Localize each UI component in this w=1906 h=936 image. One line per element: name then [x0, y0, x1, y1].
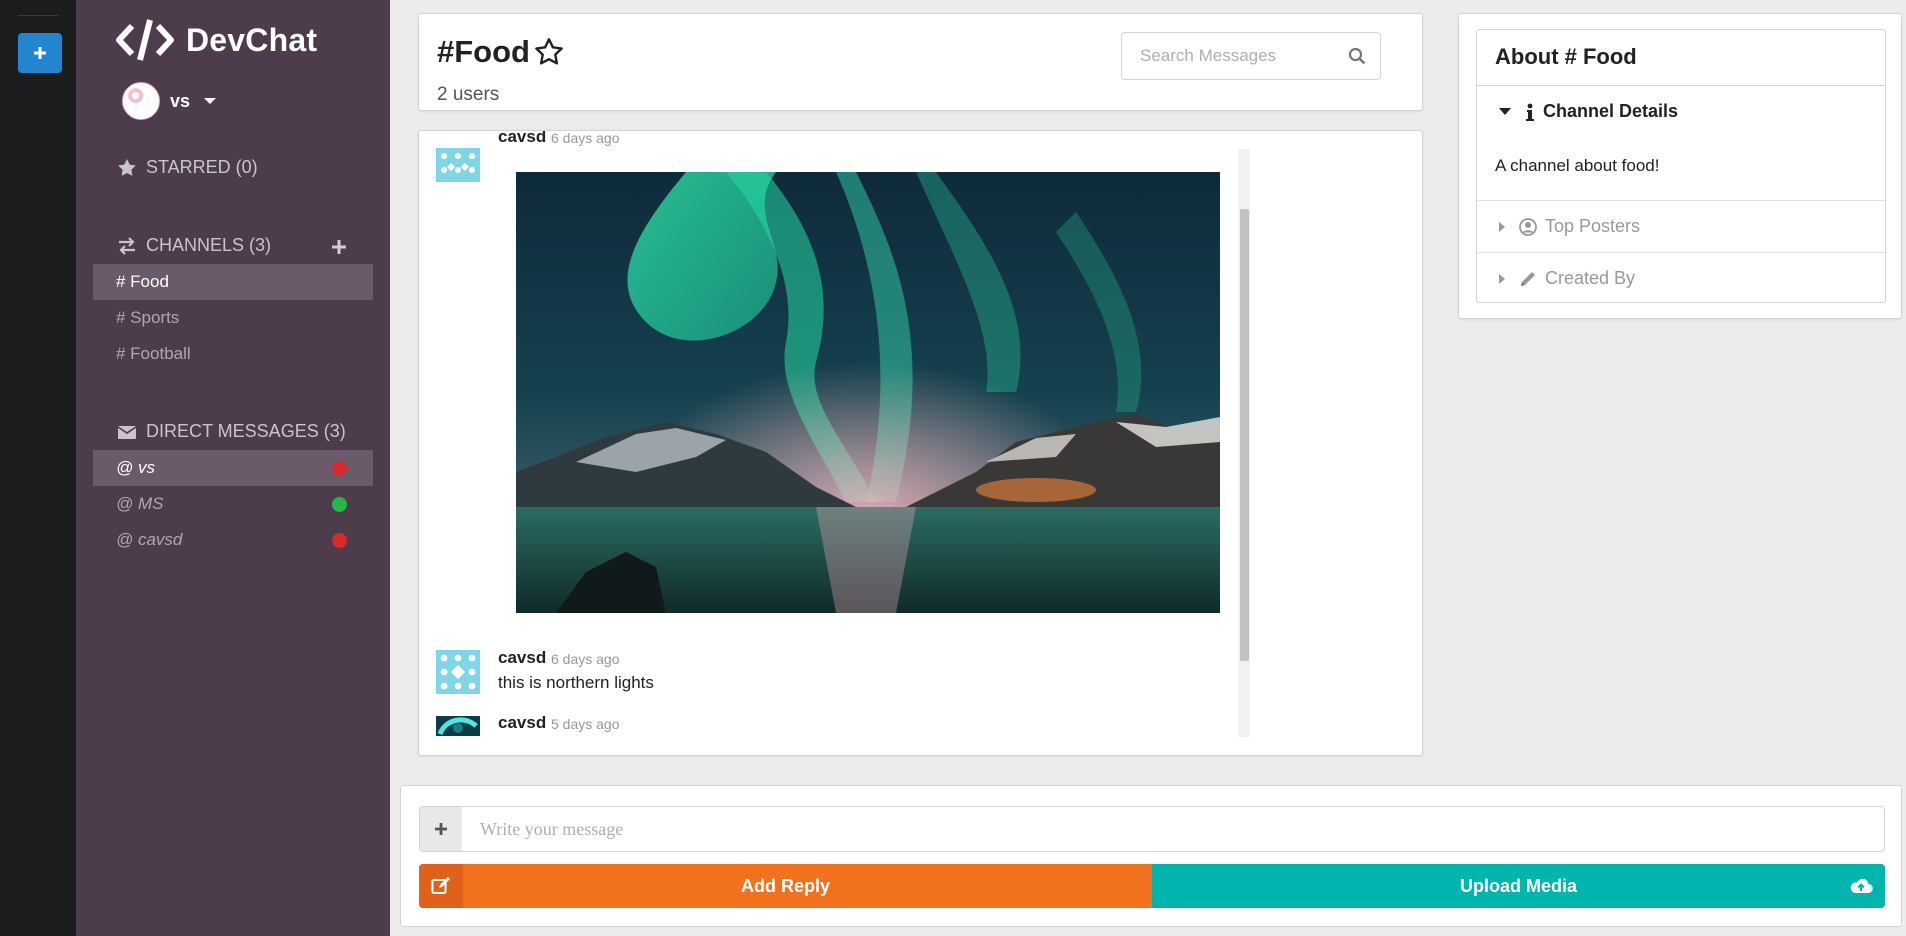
status-dot	[332, 461, 347, 476]
channel-name: #Food	[437, 34, 530, 69]
mail-icon	[116, 424, 138, 440]
info-icon	[1525, 103, 1535, 121]
dm-label: @ vs	[116, 458, 155, 477]
code-icon	[116, 19, 174, 61]
star-icon[interactable]	[532, 36, 566, 68]
search-input[interactable]	[1140, 46, 1340, 66]
channels-label: CHANNELS (3)	[146, 235, 272, 255]
channel-description: A channel about food!	[1495, 156, 1660, 175]
accordion-label: Top Posters	[1545, 216, 1641, 236]
accordion-top-posters[interactable]: Top Posters	[1477, 216, 1885, 237]
avatar	[436, 148, 480, 182]
dm-item-ms[interactable]: @ MS	[93, 486, 373, 522]
messages-panel: cavsd 6 days ago cavsd 6 days ago this i…	[418, 130, 1423, 756]
plus-icon	[332, 240, 346, 254]
upload-media-button[interactable]: Upload Media	[1152, 864, 1885, 908]
message-time: 6 days ago	[551, 130, 620, 146]
status-dot	[332, 533, 347, 548]
star-icon	[116, 158, 138, 178]
team-rail	[0, 0, 76, 936]
add-reply-label: Add Reply	[740, 875, 830, 896]
message-input[interactable]	[462, 807, 1884, 851]
user-circle-icon	[1519, 217, 1537, 236]
dm-label: @ cavsd	[116, 530, 183, 549]
accordion-created-by[interactable]: Created By	[1477, 268, 1885, 289]
rail-divider	[18, 15, 58, 16]
plus-icon	[435, 823, 447, 835]
channel-label: # Football	[116, 344, 191, 363]
channel-label: # Food	[116, 272, 169, 291]
about-panel: About # Food Channel Details A channel a…	[1458, 13, 1902, 319]
message-text: this is northern lights	[498, 673, 654, 692]
direct-messages-label: DIRECT MESSAGES (3)	[146, 421, 346, 441]
message-author: cavsd	[498, 648, 547, 667]
channel-header: #Food 2 users	[418, 13, 1423, 111]
caret-right-icon	[1499, 273, 1505, 284]
chevron-down-icon	[204, 98, 217, 104]
caret-right-icon	[1499, 221, 1505, 232]
avatar	[122, 82, 160, 120]
message-author: cavsd	[498, 713, 547, 732]
starred-label: STARRED (0)	[146, 157, 258, 177]
sidebar: DevChat vs STARRED (0) CHANNELS (3) # Fo…	[76, 0, 390, 936]
channels-header: CHANNELS (3)	[116, 235, 271, 256]
dm-item-cavsd[interactable]: @ cavsd	[93, 522, 373, 558]
caret-down-icon	[1499, 108, 1511, 115]
message-author: cavsd	[498, 130, 547, 146]
pencil-icon	[1519, 270, 1537, 288]
emoji-picker-button[interactable]	[420, 807, 462, 851]
dm-label: @ MS	[116, 494, 164, 513]
add-channel-button[interactable]	[328, 236, 350, 258]
user-count: 2 users	[437, 84, 500, 105]
channel-item-sports[interactable]: # Sports	[93, 300, 373, 336]
accordion-label: Channel Details	[1543, 101, 1679, 121]
upload-media-label: Upload Media	[1459, 875, 1577, 896]
status-dot	[332, 497, 347, 512]
exchange-icon	[116, 236, 138, 255]
channel-item-food[interactable]: # Food	[93, 264, 373, 300]
search-icon[interactable]	[1348, 47, 1366, 65]
scrollbar-thumb[interactable]	[1240, 209, 1249, 661]
channel-item-football[interactable]: # Football	[93, 336, 373, 372]
message-time: 6 days ago	[551, 651, 620, 667]
channel-label: # Sports	[116, 308, 180, 327]
message-composer: Add Reply Upload Media	[400, 785, 1902, 927]
plus-icon	[34, 47, 46, 59]
about-title: About # Food	[1476, 29, 1886, 87]
dm-item-vs[interactable]: @ vs	[93, 450, 373, 486]
accordion-label: Created By	[1545, 268, 1636, 288]
edit-icon	[419, 864, 463, 908]
avatar	[436, 650, 480, 694]
brand: DevChat	[116, 18, 317, 62]
user-menu[interactable]: vs	[122, 82, 217, 120]
direct-messages-header: DIRECT MESSAGES (3)	[116, 421, 346, 442]
message-time: 5 days ago	[551, 716, 620, 732]
avatar	[436, 716, 480, 736]
cloud-upload-icon	[1837, 864, 1885, 908]
divider	[1477, 200, 1885, 201]
channel-title: #Food	[437, 34, 566, 70]
starred-header[interactable]: STARRED (0)	[116, 157, 258, 178]
message-image[interactable]	[516, 172, 1220, 613]
user-name: vs	[170, 90, 191, 111]
search-box[interactable]	[1121, 32, 1381, 80]
message-field	[419, 806, 1885, 852]
brand-name: DevChat	[186, 21, 318, 58]
accordion-channel-details[interactable]: Channel Details	[1477, 101, 1885, 122]
add-reply-button[interactable]: Add Reply	[419, 864, 1152, 908]
divider	[1477, 252, 1885, 253]
add-team-button[interactable]	[18, 33, 62, 73]
channel-accordion: Channel Details A channel about food! To…	[1476, 85, 1886, 303]
